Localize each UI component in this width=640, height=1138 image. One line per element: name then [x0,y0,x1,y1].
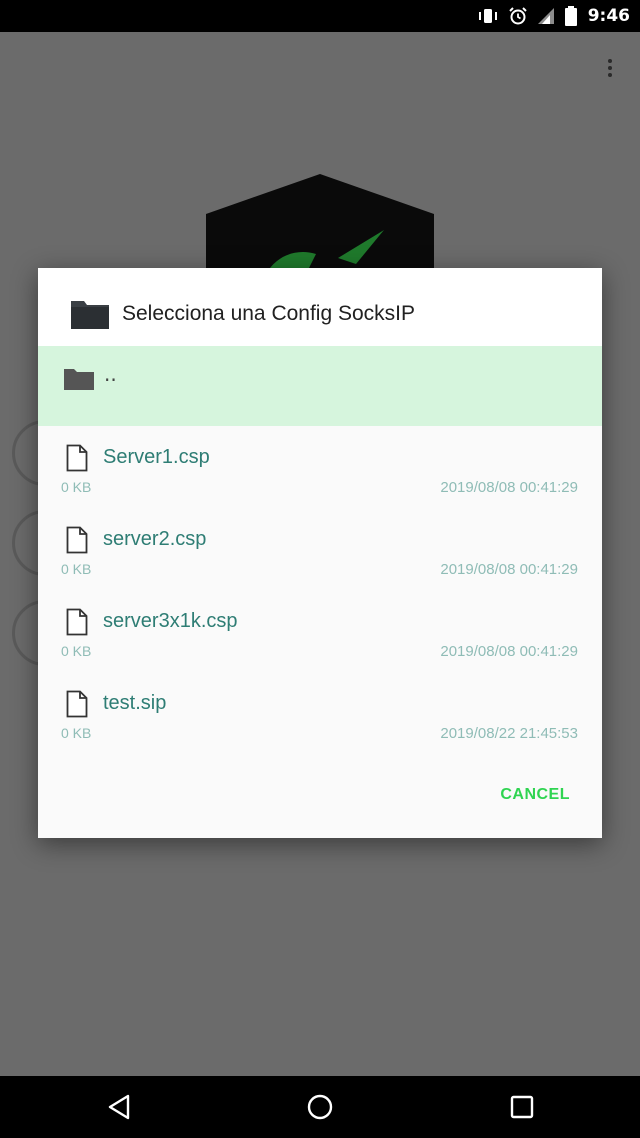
battery-icon [564,6,578,26]
alarm-icon [508,6,528,26]
parent-directory-row[interactable]: .. [38,346,602,426]
file-size: 0 KB [61,561,92,577]
file-row[interactable]: server3x1k.csp 0 KB 2019/08/08 00:41:29 [38,592,602,674]
back-icon[interactable] [106,1093,134,1125]
file-size: 0 KB [61,479,92,495]
file-icon [66,526,88,558]
parent-directory-label: .. [104,362,117,386]
dialog-title: Selecciona una Config SocksIP [122,302,416,325]
file-row[interactable]: test.sip 0 KB 2019/08/22 21:45:53 [38,674,602,756]
file-date: 2019/08/08 00:41:29 [440,643,578,660]
recents-icon[interactable] [508,1093,536,1125]
navigation-bar [0,1076,640,1138]
file-row[interactable]: Server1.csp 0 KB 2019/08/08 00:41:29 [38,428,602,510]
file-icon [66,444,88,476]
file-name: Server1.csp [103,446,210,468]
file-icon [66,608,88,640]
file-date: 2019/08/08 00:41:29 [440,479,578,496]
file-date: 2019/08/22 21:45:53 [440,725,578,742]
status-bar: 9:46 [0,0,640,32]
home-icon[interactable] [306,1093,334,1125]
signal-icon [536,6,556,26]
folder-icon [70,298,110,334]
vibrate-icon [476,7,500,25]
overflow-menu-icon[interactable] [600,56,620,82]
file-name: server3x1k.csp [103,610,238,632]
file-name: server2.csp [103,528,207,550]
file-date: 2019/08/08 00:41:29 [440,561,578,578]
file-row[interactable]: server2.csp 0 KB 2019/08/08 00:41:29 [38,510,602,592]
file-name: test.sip [103,692,167,714]
status-time: 9:46 [587,6,630,26]
file-icon [66,690,88,722]
shield-logo-icon [206,174,434,274]
status-icons: 9:46 [476,0,630,32]
file-size: 0 KB [61,725,92,741]
file-picker-dialog: Selecciona una Config SocksIP .. Server1… [38,268,602,838]
dialog-header: Selecciona una Config SocksIP [38,268,602,346]
file-size: 0 KB [61,643,92,659]
cancel-button[interactable]: CANCEL [500,786,570,804]
folder-icon [64,368,94,394]
